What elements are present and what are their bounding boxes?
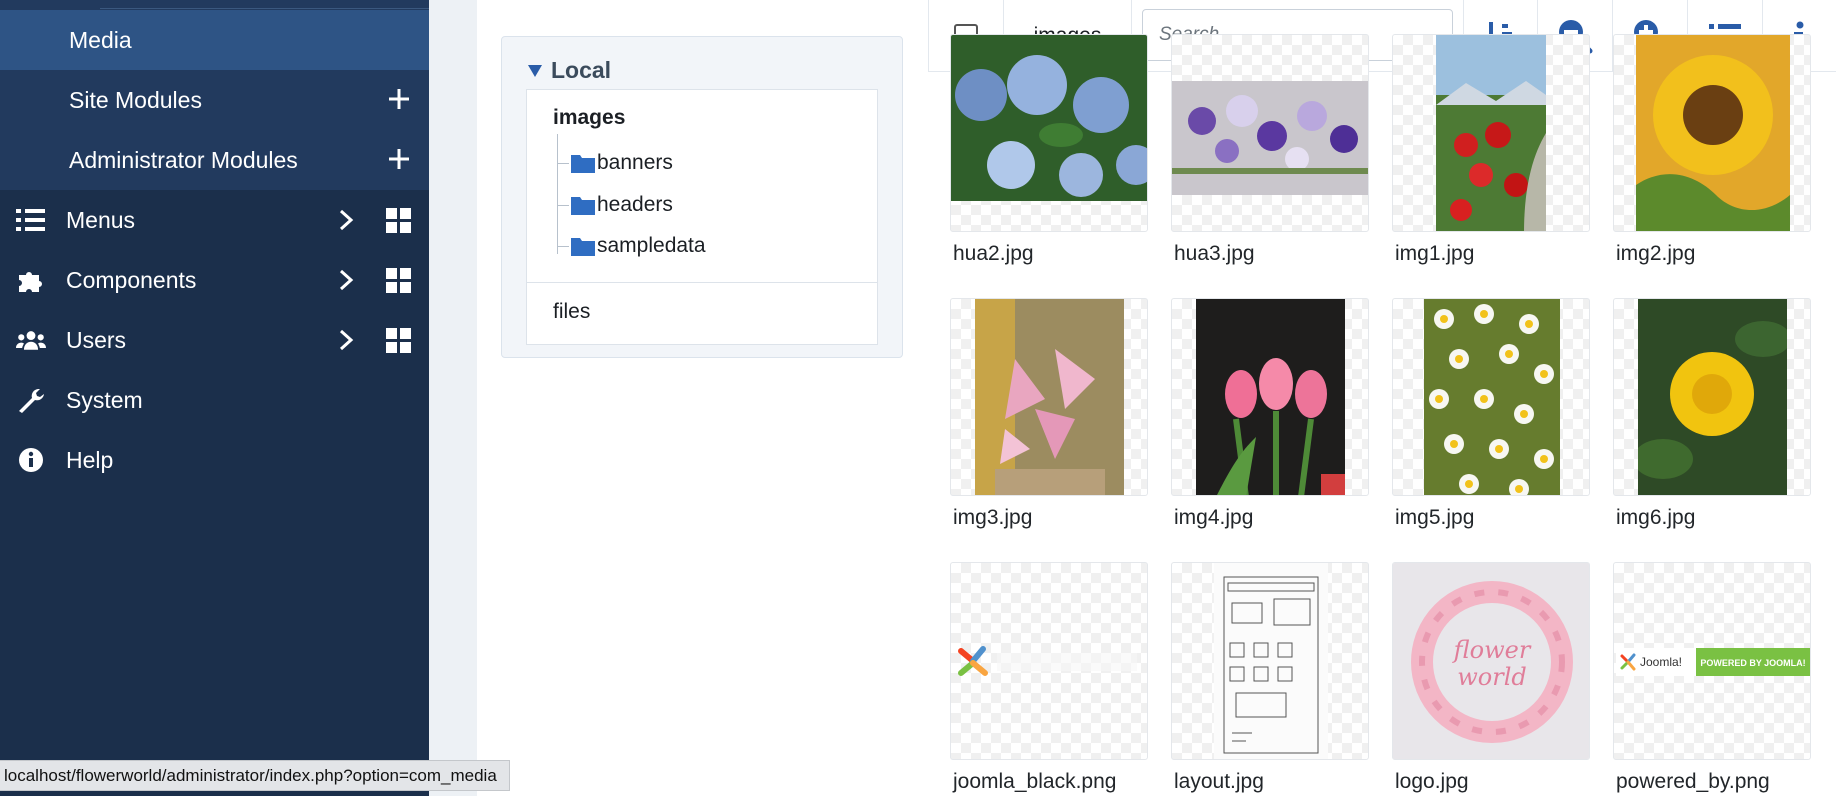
media-item-hua3[interactable] xyxy=(1171,34,1369,232)
logo-text: flower xyxy=(1452,636,1532,664)
media-item-name: img2.jpg xyxy=(1616,242,1696,265)
media-item-powered-by[interactable]: Joomla! POWERED BY JOOMLA! xyxy=(1613,562,1811,760)
thumbnail-image xyxy=(951,35,1147,201)
list-icon xyxy=(16,209,45,231)
media-item-joomla-black[interactable] xyxy=(950,562,1148,760)
tree-files-link[interactable]: files xyxy=(553,300,590,324)
folder-icon xyxy=(571,197,595,215)
media-item-name: hua3.jpg xyxy=(1174,242,1255,265)
thumbnail-image xyxy=(1214,563,1328,759)
sidebar-item-label: System xyxy=(66,386,143,413)
tree-folder-sampledata[interactable]: sampledata xyxy=(557,231,706,261)
media-item-img2[interactable] xyxy=(1613,34,1811,232)
divider xyxy=(527,282,877,283)
sidebar-item-label: Site Modules xyxy=(69,86,202,113)
sidebar-item-label: Media xyxy=(69,26,132,53)
sidebar-item-label: Components xyxy=(66,266,197,293)
banner-text: POWERED BY JOOMLA! xyxy=(1700,658,1805,668)
chevron-right-icon[interactable] xyxy=(336,208,356,232)
media-item-img3[interactable] xyxy=(950,298,1148,496)
media-item-img4[interactable] xyxy=(1171,298,1369,496)
thumbnail-image xyxy=(1638,299,1787,495)
dashboard-icon[interactable] xyxy=(386,268,412,294)
sidebar-item-label: Help xyxy=(66,446,114,473)
sidebar-item-users[interactable]: Users xyxy=(0,310,429,370)
puzzle-icon xyxy=(19,272,42,292)
browser-status-url: localhost/flowerworld/administrator/inde… xyxy=(0,760,510,791)
media-item-hua2[interactable] xyxy=(950,34,1148,232)
media-item-name: hua2.jpg xyxy=(953,242,1034,265)
sidebar-item-label: Users xyxy=(66,326,127,353)
divider xyxy=(100,8,429,9)
sidebar-item-menus[interactable]: Menus xyxy=(0,190,429,250)
tree-folder-label: headers xyxy=(597,193,673,216)
sidebar-item-label: Menus xyxy=(66,206,136,233)
dashboard-icon[interactable] xyxy=(386,208,412,234)
joomla-wordmark: Joomla! xyxy=(1640,655,1682,669)
sidebar-item-media[interactable]: Media xyxy=(0,10,429,70)
media-item-name: layout.jpg xyxy=(1174,770,1264,793)
users-icon xyxy=(16,331,46,350)
thumbnail-image xyxy=(1424,299,1560,495)
media-item-name: logo.jpg xyxy=(1395,770,1469,793)
sidebar-item-help[interactable]: Help xyxy=(0,430,429,490)
powered-by-banner-image: Joomla! POWERED BY JOOMLA! xyxy=(1616,648,1810,676)
sidebar-item-label: Administrator Modules xyxy=(69,146,298,173)
plus-icon[interactable] xyxy=(386,86,412,112)
media-item-img1[interactable] xyxy=(1392,34,1590,232)
folder-tree-panel: Local images banners headers sampledata … xyxy=(501,36,903,358)
thumbnail-image xyxy=(975,299,1124,495)
sidebar-item-system[interactable]: System xyxy=(0,370,429,430)
joomla-logo-image xyxy=(958,646,1137,676)
media-item-name: img3.jpg xyxy=(953,506,1033,529)
info-icon xyxy=(19,448,43,472)
media-item-name: img5.jpg xyxy=(1395,506,1475,529)
sidebar: Media Site Modules Administrator Modules… xyxy=(0,0,429,796)
thumbnail-image xyxy=(1636,35,1790,231)
tree-folder-label: banners xyxy=(597,151,673,174)
media-item-name: img6.jpg xyxy=(1616,506,1696,529)
thumbnail-image xyxy=(1436,35,1546,231)
sidebar-item-components[interactable]: Components xyxy=(0,250,429,310)
disk-header[interactable]: Local xyxy=(528,57,611,84)
tree-folder-banners[interactable]: banners xyxy=(557,148,673,178)
triangle-down-icon xyxy=(528,64,542,77)
plus-icon[interactable] xyxy=(386,146,412,172)
sidebar-item-administrator-modules[interactable]: Administrator Modules xyxy=(0,130,429,190)
folder-icon xyxy=(571,155,595,173)
sidebar-item-site-modules[interactable]: Site Modules xyxy=(0,70,429,130)
thumbnail-image xyxy=(1172,81,1368,195)
logo-text: world xyxy=(1457,663,1527,691)
media-item-name: img4.jpg xyxy=(1174,506,1254,529)
content-gutter xyxy=(429,0,477,796)
media-item-name: joomla_black.png xyxy=(953,770,1117,793)
chevron-right-icon[interactable] xyxy=(336,268,356,292)
media-item-name: powered_by.png xyxy=(1616,770,1770,793)
folder-icon xyxy=(571,238,595,256)
flower-world-logo-image: flower world xyxy=(1393,563,1589,759)
tree-folder-label: sampledata xyxy=(597,234,706,257)
tree-folder-headers[interactable]: headers xyxy=(557,190,673,220)
media-item-layout[interactable] xyxy=(1171,562,1369,760)
dashboard-icon[interactable] xyxy=(386,328,412,354)
wrench-icon xyxy=(19,389,44,413)
media-item-name: img1.jpg xyxy=(1395,242,1475,265)
media-item-img6[interactable] xyxy=(1613,298,1811,496)
folder-tree: images banners headers sampledata files xyxy=(526,89,878,345)
media-item-img5[interactable] xyxy=(1392,298,1590,496)
media-item-logo[interactable]: flower world xyxy=(1392,562,1590,760)
thumbnail-image xyxy=(1196,299,1345,495)
chevron-right-icon[interactable] xyxy=(336,328,356,352)
tree-root-folder[interactable]: images xyxy=(553,106,625,130)
disk-label: Local xyxy=(551,57,612,83)
